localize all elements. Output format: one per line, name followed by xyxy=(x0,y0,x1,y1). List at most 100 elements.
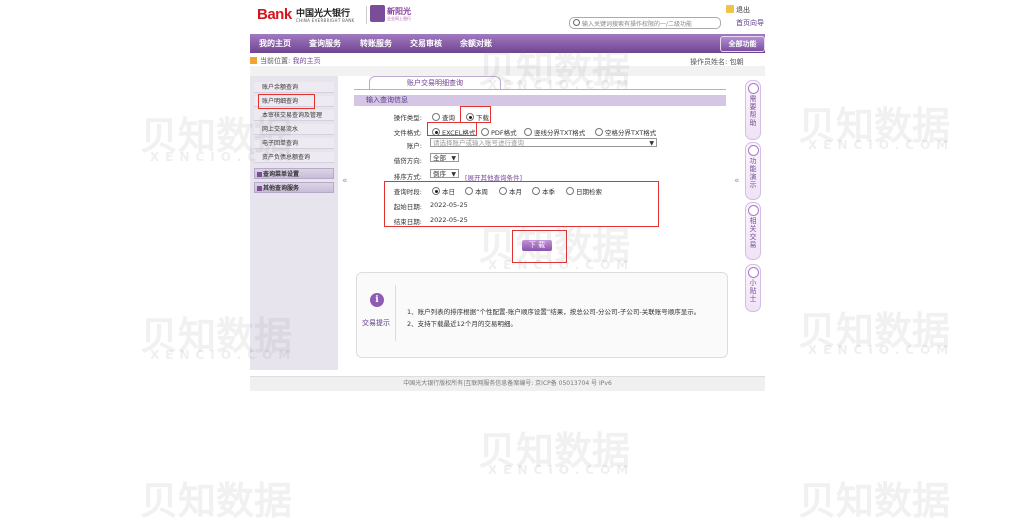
file-format-label: 文件格式: xyxy=(393,129,422,137)
nav-item-query[interactable]: 查询服务 xyxy=(309,38,341,49)
format-pdf-radio[interactable]: PDF格式 xyxy=(481,127,517,137)
download-button[interactable]: 下 载 xyxy=(522,240,552,251)
radio-label: 本季 xyxy=(542,188,555,196)
breadcrumb-current[interactable]: 我的主页 xyxy=(293,57,321,65)
sunshine-shield-icon xyxy=(370,5,385,22)
period-week-radio[interactable]: 本周 xyxy=(465,186,488,196)
home-icon xyxy=(250,57,257,64)
help-related-label: 相关交易 xyxy=(749,217,757,249)
period-today-radio[interactable]: 本日 xyxy=(432,186,455,196)
breadcrumb-prefix: 当前位置: xyxy=(260,57,291,65)
bank-logo-text: Bank xyxy=(257,6,292,23)
help-demo-label: 功能演示 xyxy=(749,157,757,189)
exit-link[interactable]: 退出 xyxy=(736,5,750,15)
info-icon: i xyxy=(370,293,384,307)
home-guide-link[interactable]: 首页向导 xyxy=(736,18,764,28)
radio-label: PDF格式 xyxy=(491,129,517,137)
nav-item-reconcile[interactable]: 余额对账 xyxy=(460,38,492,49)
end-date-label: 结束日期: xyxy=(393,218,422,226)
radio-selected-icon[interactable] xyxy=(432,187,440,195)
watermark-text: 贝知数据 xyxy=(798,309,951,353)
collapse-sidebar-icon[interactable]: « xyxy=(342,176,348,186)
sidebar-item-assets[interactable]: 资产负债总额查询 xyxy=(254,152,334,163)
watermark-text: 贝知数据 xyxy=(478,429,631,473)
account-select[interactable]: 请选择账户或输入账号进行查询 ▼ xyxy=(430,138,657,147)
watermark-text: XENCIO.COM xyxy=(808,138,955,152)
period-quarter-radio[interactable]: 本季 xyxy=(532,186,555,196)
main-nav: 我的主页 查询服务 转账服务 交易审核 余额对账 xyxy=(250,34,765,53)
direction-label: 借贷方向: xyxy=(393,157,422,165)
function-search-input[interactable]: 输入关键词搜索有操作权限的一/二级功能 xyxy=(569,17,721,29)
radio-label: 本月 xyxy=(509,188,522,196)
help-demo-button[interactable]: 功能演示 xyxy=(745,142,761,200)
sidebar-item-balance[interactable]: 账户余额查询 xyxy=(254,82,334,93)
watermark-text: XENCIO.COM xyxy=(808,343,955,357)
lightbulb-icon xyxy=(747,267,759,278)
period-month-radio[interactable]: 本月 xyxy=(499,186,522,196)
account-label: 账户: xyxy=(406,142,422,150)
breadcrumb: 当前位置: 我的主页 xyxy=(250,56,321,66)
sidebar-item-online-flow[interactable]: 网上交易流水 xyxy=(254,124,334,135)
op-type-label: 操作类型: xyxy=(393,114,422,122)
help-need-button[interactable]: 需要帮助 xyxy=(745,80,761,140)
watermark-text: 贝知数据 xyxy=(798,104,951,148)
sort-value: 倒序 xyxy=(433,170,446,178)
radio-icon[interactable] xyxy=(481,128,489,136)
gear-icon xyxy=(257,172,262,177)
radio-icon[interactable] xyxy=(595,128,603,136)
account-placeholder: 请选择账户或输入账号进行查询 xyxy=(433,139,524,147)
sidebar-group-menu-settings[interactable]: 查询菜单设置 xyxy=(254,168,334,179)
watermark-text: 贝知数据 xyxy=(798,479,951,523)
sort-label: 排序方式: xyxy=(393,173,422,181)
sidebar-group-label: 查询菜单设置 xyxy=(263,171,300,178)
radio-icon[interactable] xyxy=(465,187,473,195)
radio-icon[interactable] xyxy=(532,187,540,195)
period-date-radio[interactable]: 日期检索 xyxy=(566,186,602,196)
end-date-value: 2022-05-25 xyxy=(430,216,468,224)
chevron-down-icon: ▼ xyxy=(649,140,654,147)
help-tips-label: 小贴士 xyxy=(749,279,757,303)
search-icon xyxy=(573,19,580,26)
radio-label: 查询 xyxy=(442,114,455,122)
radio-icon[interactable] xyxy=(432,113,440,121)
nav-item-transfer[interactable]: 转账服务 xyxy=(360,38,392,49)
chevron-down-icon: ▼ xyxy=(451,171,456,178)
radio-icon[interactable] xyxy=(566,187,574,195)
folder-icon xyxy=(257,186,262,191)
refresh-icon xyxy=(747,205,759,216)
exit-icon[interactable] xyxy=(726,5,734,13)
sidebar-item-receipt[interactable]: 电子回单查询 xyxy=(254,138,334,149)
play-icon xyxy=(747,145,759,156)
bank-name-en: CHINA EVERBRIGHT BANK xyxy=(296,18,355,23)
all-functions-button[interactable]: 全部功能 xyxy=(720,36,765,52)
direction-select[interactable]: 全部 ▼ xyxy=(430,153,459,162)
nav-item-audit[interactable]: 交易审核 xyxy=(410,38,442,49)
start-date-value: 2022-05-25 xyxy=(430,201,468,209)
tab-account-detail[interactable]: 账户交易明细查询 xyxy=(369,76,501,90)
format-pipe-txt-radio[interactable]: 竖线分界TXT格式 xyxy=(524,127,585,137)
badge-subtitle: 企业网上银行 xyxy=(387,16,411,21)
period-label: 查询时段: xyxy=(393,188,422,196)
highlight-excel xyxy=(427,122,477,136)
op-query-radio[interactable]: 查询 xyxy=(432,112,455,122)
question-icon xyxy=(747,83,759,94)
watermark-text: XENCIO.COM xyxy=(488,463,635,477)
sidebar-item-audit-manage[interactable]: 本审核交易查询及管理 xyxy=(254,110,334,121)
help-related-button[interactable]: 相关交易 xyxy=(745,202,761,260)
radio-icon[interactable] xyxy=(524,128,532,136)
nav-item-home[interactable]: 我的主页 xyxy=(259,38,291,49)
section-header: 输入查询信息 xyxy=(354,95,726,106)
sidebar-group-other[interactable]: 其他查询服务 xyxy=(254,182,334,193)
help-tips-button[interactable]: 小贴士 xyxy=(745,264,761,312)
content-top-bar xyxy=(250,66,765,76)
header-divider xyxy=(366,6,367,24)
collapse-right-icon[interactable]: « xyxy=(734,176,740,186)
tips-divider xyxy=(395,285,396,341)
direction-value: 全部 xyxy=(433,154,446,162)
tips-label: 交易提示 xyxy=(362,319,390,327)
radio-label: 日期检索 xyxy=(576,188,602,196)
format-space-txt-radio[interactable]: 空格分界TXT格式 xyxy=(595,127,656,137)
sort-select[interactable]: 倒序 ▼ xyxy=(430,169,459,178)
radio-icon[interactable] xyxy=(499,187,507,195)
highlight-detail-query xyxy=(258,94,315,109)
